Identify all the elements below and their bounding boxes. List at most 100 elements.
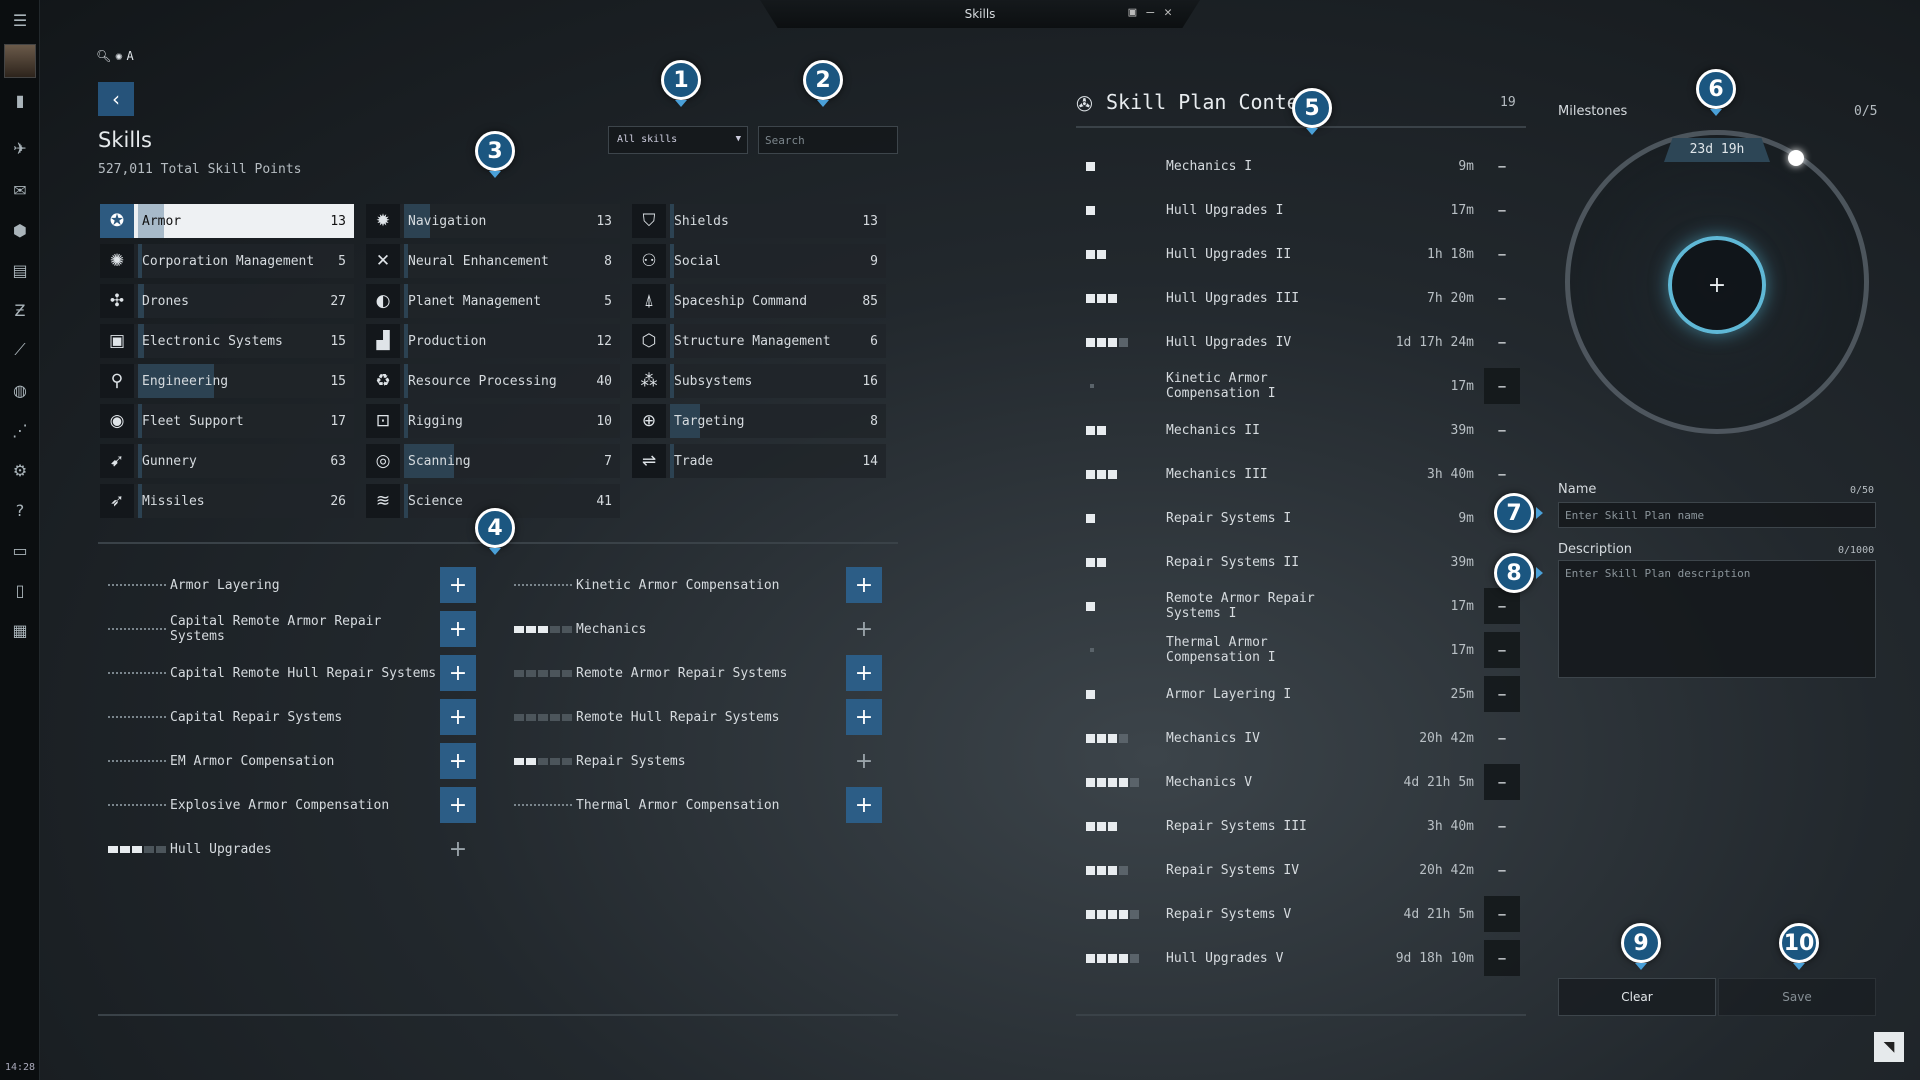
- remove-skill-button[interactable]: –: [1484, 412, 1520, 448]
- category-fleet-support[interactable]: ◉ Fleet Support 17: [100, 404, 354, 438]
- skill-row[interactable]: Explosive Armor Compensation +: [98, 786, 476, 824]
- skill-row[interactable]: Remote Hull Repair Systems +: [504, 698, 882, 736]
- remove-skill-button[interactable]: –: [1484, 324, 1520, 360]
- skill-row[interactable]: Hull Upgrades +: [98, 830, 476, 868]
- skills-book-icon[interactable]: ▮: [6, 86, 34, 114]
- category-scanning[interactable]: ◎ Scanning 7: [366, 444, 620, 478]
- remove-skill-button[interactable]: –: [1484, 236, 1520, 272]
- text-size-icon[interactable]: A: [126, 49, 133, 63]
- skill-row[interactable]: Repair Systems +: [504, 742, 882, 780]
- search-icon[interactable]: 🔍︎: [96, 49, 111, 63]
- back-button[interactable]: ‹: [98, 82, 134, 116]
- settings-icon[interactable]: ✺: [115, 49, 122, 63]
- plan-row[interactable]: Repair Systems I9m–: [1080, 496, 1520, 540]
- avatar[interactable]: [4, 44, 36, 78]
- category-trade[interactable]: ⇌ Trade 14: [632, 444, 886, 478]
- plan-row[interactable]: Mechanics II 39m –: [1080, 408, 1520, 452]
- category-engineering[interactable]: ⚲ Engineering 15: [100, 364, 354, 398]
- add-skill-button[interactable]: +: [440, 787, 476, 823]
- remove-skill-button[interactable]: –: [1484, 588, 1520, 624]
- plan-row[interactable]: Repair Systems III 3h 40m –: [1080, 804, 1520, 848]
- category-rigging[interactable]: ⊡ Rigging 10: [366, 404, 620, 438]
- chat-icon[interactable]: ▭: [6, 536, 34, 564]
- remove-skill-button[interactable]: –: [1484, 148, 1520, 184]
- add-skill-button[interactable]: +: [440, 743, 476, 779]
- remove-skill-button[interactable]: –: [1484, 192, 1520, 228]
- plan-row[interactable]: Hull Upgrades II 1h 18m –: [1080, 232, 1520, 276]
- remove-skill-button[interactable]: –: [1484, 676, 1520, 712]
- mail-icon[interactable]: ✉: [6, 176, 34, 204]
- category-targeting[interactable]: ⊕ Targeting 8: [632, 404, 886, 438]
- category-neural-enhancement[interactable]: ✕ Neural Enhancement 8: [366, 244, 620, 278]
- remove-skill-button[interactable]: –: [1484, 632, 1520, 668]
- remove-skill-button[interactable]: –: [1484, 852, 1520, 888]
- skill-row[interactable]: Capital Remote Armor Repair Systems +: [98, 610, 476, 648]
- category-social[interactable]: ⚇ Social 9: [632, 244, 886, 278]
- industry-icon[interactable]: ◍: [6, 376, 34, 404]
- menu-icon[interactable]: ☰: [6, 6, 34, 34]
- milestone-handle[interactable]: [1788, 150, 1804, 166]
- plan-row[interactable]: Mechanics V 4d 21h 5m –: [1080, 760, 1520, 804]
- category-structure-management[interactable]: ⬡ Structure Management 6: [632, 324, 886, 358]
- remove-skill-button[interactable]: –: [1484, 456, 1520, 492]
- remove-skill-button[interactable]: –: [1484, 808, 1520, 844]
- add-skill-button[interactable]: +: [846, 699, 882, 735]
- skill-row[interactable]: Mechanics +: [504, 610, 882, 648]
- search-input[interactable]: [758, 126, 898, 154]
- remove-skill-button[interactable]: –: [1484, 368, 1520, 404]
- map-icon[interactable]: ⋰: [6, 416, 34, 444]
- plan-row[interactable]: Thermal Armor Compensation I 17m –: [1080, 628, 1520, 672]
- gear-icon[interactable]: ⚙: [6, 456, 34, 484]
- category-electronic-systems[interactable]: ▣ Electronic Systems 15: [100, 324, 354, 358]
- skill-row[interactable]: Remote Armor Repair Systems +: [504, 654, 882, 692]
- journal-icon[interactable]: ▯: [6, 576, 34, 604]
- ship-icon[interactable]: ✈: [6, 134, 34, 162]
- plan-row[interactable]: Mechanics I 9m –: [1080, 144, 1520, 188]
- add-skill-button[interactable]: +: [846, 743, 882, 779]
- inventory-icon[interactable]: ⬢: [6, 216, 34, 244]
- skill-filter-dropdown[interactable]: All skills ▼: [608, 126, 748, 154]
- add-skill-button[interactable]: +: [440, 611, 476, 647]
- category-resource-processing[interactable]: ♻ Resource Processing 40: [366, 364, 620, 398]
- plan-description-input[interactable]: [1558, 560, 1876, 678]
- save-button[interactable]: Save: [1718, 978, 1876, 1016]
- skill-row[interactable]: Armor Layering +: [98, 566, 476, 604]
- category-corporation-management[interactable]: ✺ Corporation Management 5: [100, 244, 354, 278]
- category-gunnery[interactable]: ➹ Gunnery 63: [100, 444, 354, 478]
- plan-row[interactable]: Remote Armor Repair Systems I 17m –: [1080, 584, 1520, 628]
- z-icon[interactable]: Ƶ: [6, 296, 34, 324]
- add-skill-button[interactable]: +: [846, 611, 882, 647]
- remove-skill-button[interactable]: –: [1484, 720, 1520, 756]
- plan-row[interactable]: Hull Upgrades I 17m –: [1080, 188, 1520, 232]
- skill-row[interactable]: Kinetic Armor Compensation +: [504, 566, 882, 604]
- category-armor[interactable]: ✪ Armor 13: [100, 204, 354, 238]
- plan-row[interactable]: Mechanics III 3h 40m –: [1080, 452, 1520, 496]
- category-missiles[interactable]: ➶ Missiles 26: [100, 484, 354, 518]
- category-spaceship-command[interactable]: ⍋ Spaceship Command 85: [632, 284, 886, 318]
- skill-row[interactable]: Capital Remote Hull Repair Systems +: [98, 654, 476, 692]
- category-planet-management[interactable]: ◐ Planet Management 5: [366, 284, 620, 318]
- category-subsystems[interactable]: ⁂ Subsystems 16: [632, 364, 886, 398]
- category-shields[interactable]: ⛉ Shields 13: [632, 204, 886, 238]
- feed-icon[interactable]: ◥: [1874, 1032, 1904, 1062]
- add-skill-button[interactable]: +: [846, 567, 882, 603]
- plan-row[interactable]: Repair Systems V 4d 21h 5m –: [1080, 892, 1520, 936]
- plan-row[interactable]: Hull Upgrades IV 1d 17h 24m –: [1080, 320, 1520, 364]
- plan-row[interactable]: Mechanics IV 20h 42m –: [1080, 716, 1520, 760]
- calendar-icon[interactable]: ▤: [6, 256, 34, 284]
- help-icon[interactable]: ?: [6, 496, 34, 524]
- add-milestone-button[interactable]: +: [1668, 236, 1766, 334]
- market-chart-icon[interactable]: ⟋: [6, 336, 34, 364]
- plan-row[interactable]: Hull Upgrades V 9d 18h 10m –: [1080, 936, 1520, 980]
- close-icon[interactable]: ✕: [1164, 5, 1172, 20]
- plan-row[interactable]: Kinetic Armor Compensation I 17m –: [1080, 364, 1520, 408]
- add-skill-button[interactable]: +: [846, 655, 882, 691]
- remove-skill-button[interactable]: –: [1484, 764, 1520, 800]
- add-skill-button[interactable]: +: [440, 699, 476, 735]
- category-navigation[interactable]: ✹ Navigation 13: [366, 204, 620, 238]
- remove-skill-button[interactable]: –: [1484, 896, 1520, 932]
- skill-row[interactable]: EM Armor Compensation +: [98, 742, 476, 780]
- plan-row[interactable]: Armor Layering I 25m –: [1080, 672, 1520, 716]
- plan-row[interactable]: Repair Systems IV 20h 42m –: [1080, 848, 1520, 892]
- category-production[interactable]: ▟ Production 12: [366, 324, 620, 358]
